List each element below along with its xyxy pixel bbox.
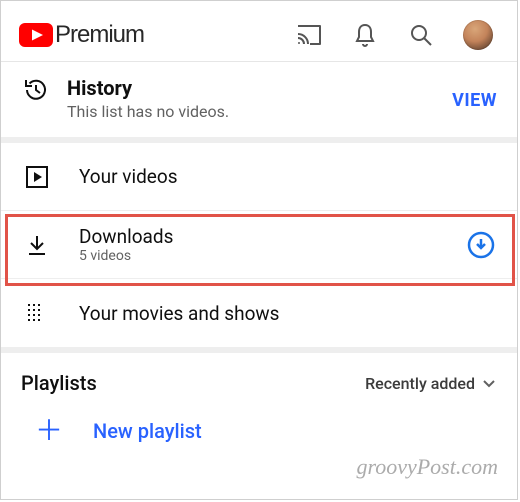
- plus-icon: ＋: [35, 417, 63, 445]
- history-subtitle: This list has no videos.: [67, 102, 452, 121]
- movies-shows-row[interactable]: Your movies and shows: [1, 279, 517, 347]
- sort-label: Recently added: [365, 374, 475, 393]
- downloads-count: 5 videos: [79, 248, 173, 264]
- history-icon: [21, 76, 51, 104]
- new-playlist-row[interactable]: ＋ New playlist: [1, 405, 517, 445]
- cast-icon[interactable]: [295, 21, 323, 49]
- film-icon: [23, 302, 51, 324]
- youtube-premium-logo[interactable]: Premium: [19, 21, 144, 49]
- downloads-label: Downloads: [79, 225, 173, 248]
- app-header: Premium: [1, 1, 517, 59]
- brand-text: Premium: [55, 21, 144, 49]
- header-actions: [295, 20, 499, 50]
- youtube-icon: [19, 23, 53, 47]
- downloads-row[interactable]: Downloads 5 videos: [1, 211, 517, 279]
- movies-label: Your movies and shows: [79, 302, 280, 325]
- avatar[interactable]: [463, 20, 493, 50]
- new-playlist-label: New playlist: [93, 419, 202, 443]
- download-icon: [23, 234, 51, 256]
- your-videos-row[interactable]: Your videos: [1, 143, 517, 211]
- play-square-icon: [23, 166, 51, 188]
- view-button[interactable]: VIEW: [452, 90, 497, 111]
- playlists-header: Playlists Recently added: [1, 353, 517, 405]
- history-section[interactable]: History This list has no videos. VIEW: [1, 62, 517, 137]
- history-title: History: [67, 76, 452, 100]
- download-status-icon: [467, 231, 495, 259]
- chevron-down-icon: [481, 375, 497, 391]
- playlists-title: Playlists: [21, 371, 97, 395]
- search-icon[interactable]: [407, 21, 435, 49]
- sort-dropdown[interactable]: Recently added: [365, 374, 497, 393]
- your-videos-label: Your videos: [79, 165, 178, 188]
- notifications-icon[interactable]: [351, 21, 379, 49]
